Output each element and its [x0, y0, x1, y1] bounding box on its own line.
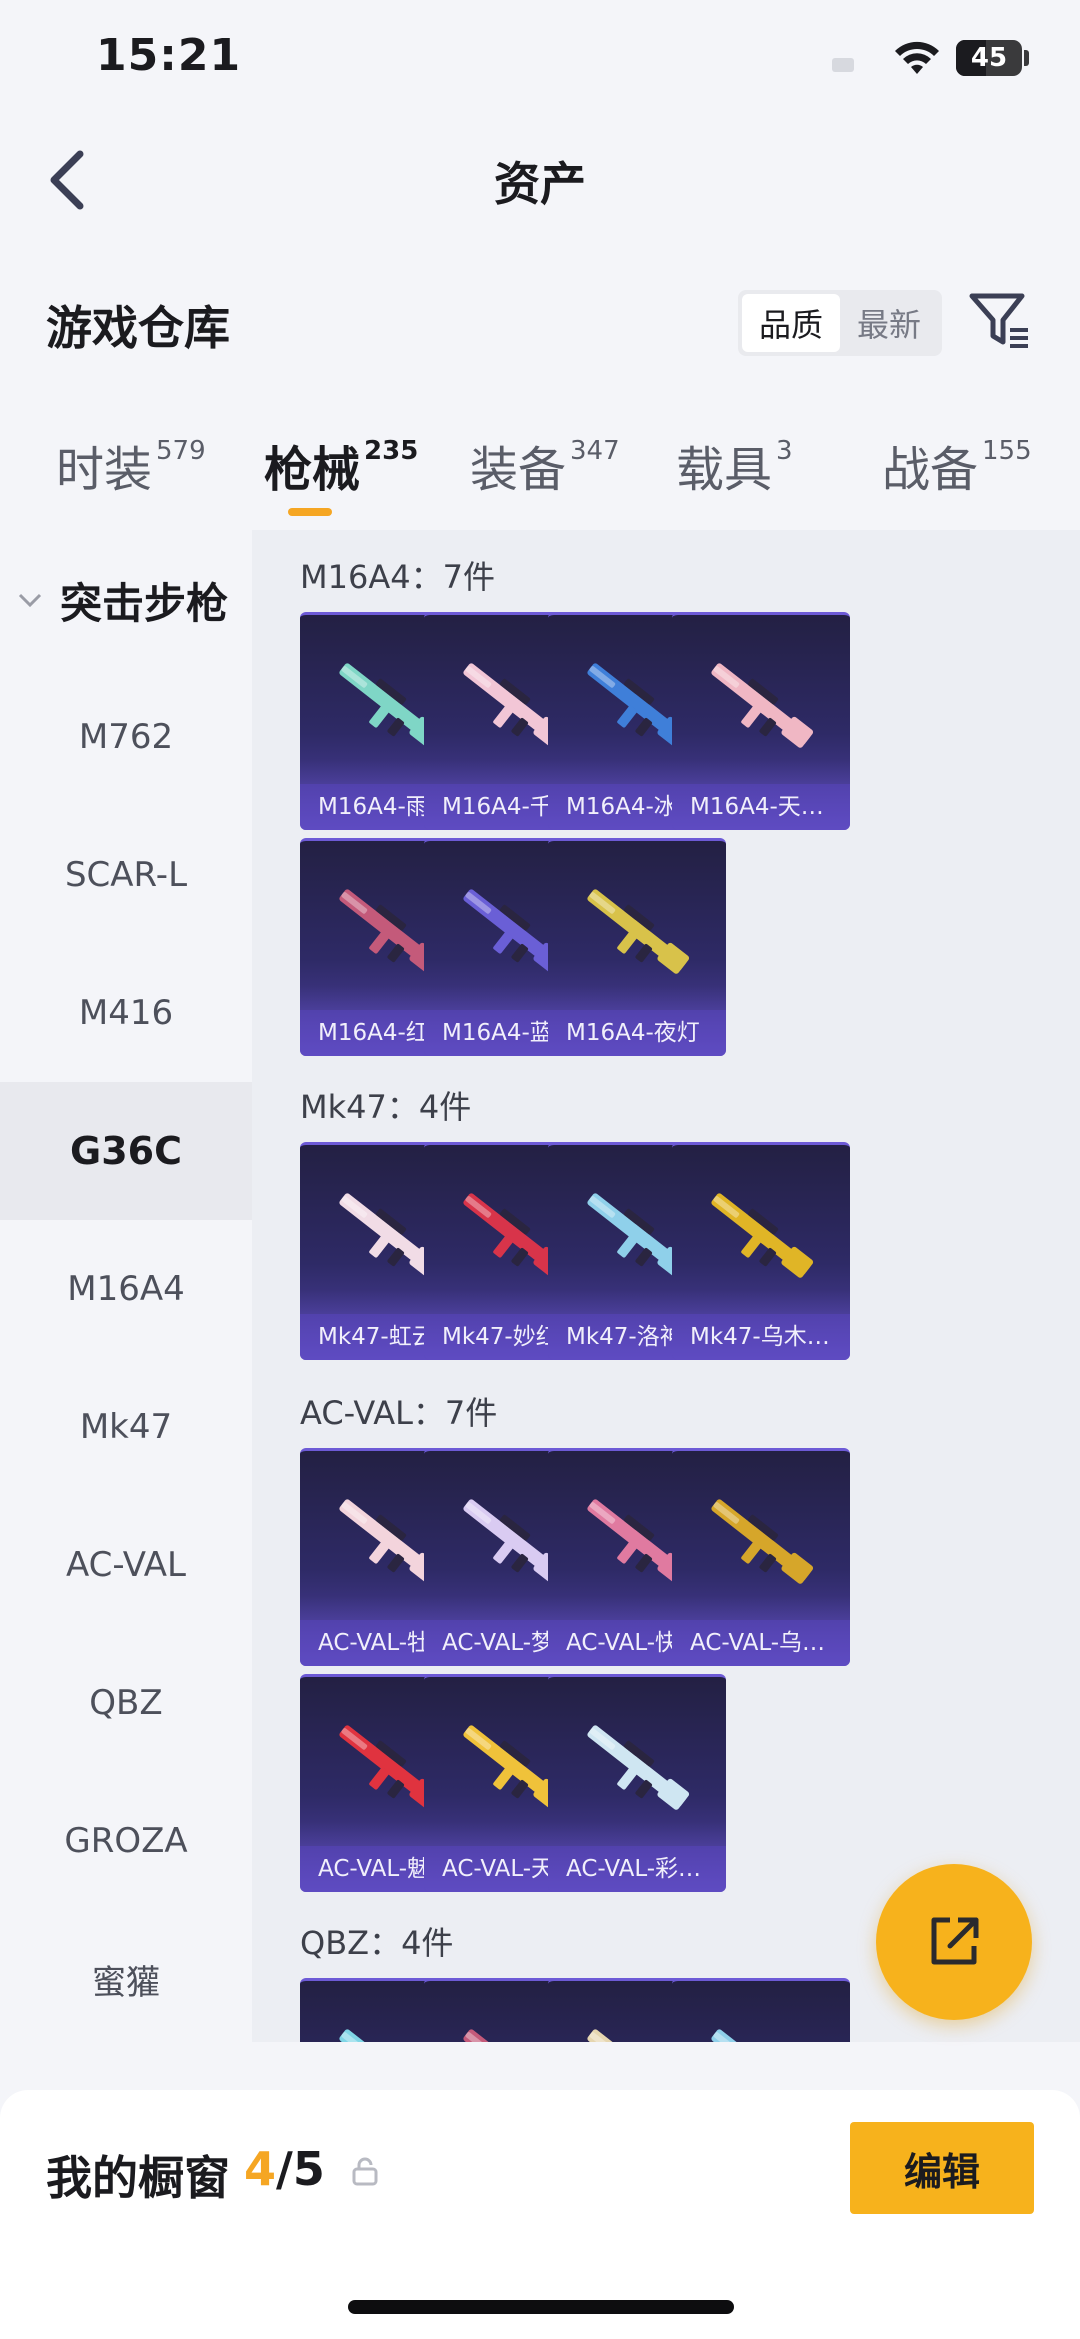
tab-label: 枪械 — [264, 442, 361, 498]
rifle-icon — [711, 1499, 814, 1584]
tab-firearms[interactable]: 枪械 235 — [264, 430, 418, 520]
skin-card[interactable]: AC-VAL-彩… — [548, 1674, 726, 1892]
active-tab-indicator — [288, 508, 332, 516]
tab-fashion[interactable]: 时装 579 — [56, 430, 206, 520]
sidebar-item-ac-val[interactable]: AC-VAL — [0, 1496, 252, 1634]
filter-icon — [969, 293, 1028, 348]
rifle-icon — [711, 663, 814, 748]
lock-icon — [352, 2157, 378, 2186]
sort-toggle: 品质 最新 — [738, 290, 942, 356]
sort-option-quality[interactable]: 品质 — [742, 294, 840, 352]
section-title: AC-VAL：7件 — [300, 1394, 498, 1432]
skin-name: AC-VAL-乌… — [672, 1620, 850, 1666]
sidebar-item-m16a4[interactable]: M16A4 — [0, 1220, 252, 1358]
status-time: 15:21 — [96, 30, 242, 81]
skin-name: AC-VAL-彩… — [548, 1846, 726, 1892]
showcase-label: 我的橱窗 — [46, 2151, 230, 2205]
section-title: QBZ：4件 — [300, 1924, 454, 1962]
sidebar-item-mk47[interactable]: Mk47 — [0, 1358, 252, 1496]
tab-count: 155 — [982, 436, 1032, 466]
showcase-total: /5 — [276, 2142, 325, 2196]
battery-text: 45 — [970, 43, 1008, 73]
skin-card[interactable] — [672, 1978, 850, 2042]
status-bar: 15:21 45 — [0, 0, 1080, 120]
tab-count: 347 — [570, 436, 620, 466]
home-indicator[interactable] — [348, 2300, 734, 2314]
wifi-icon — [895, 41, 939, 74]
rifle-icon — [711, 1193, 814, 1278]
sidebar-item-m762[interactable]: M762 — [0, 668, 252, 806]
battery-nub — [1024, 50, 1029, 66]
skin-grid: M16A4：7件 Mk47：4件 AC-VAL：7件 QBZ：4件 M16A4-… — [252, 530, 1080, 2042]
filter-button[interactable] — [966, 288, 1032, 354]
sidebar-item-g36c[interactable]: G36C — [0, 1082, 252, 1220]
skin-card[interactable]: Mk47-乌木… — [672, 1142, 850, 1360]
tab-vehicles[interactable]: 载具 3 — [676, 430, 793, 520]
showcase-current: 4 — [244, 2142, 277, 2196]
skin-name: Mk47-乌木… — [672, 1314, 850, 1360]
section-title: M16A4：7件 — [300, 558, 495, 596]
section-title: Mk47：4件 — [300, 1088, 472, 1126]
edit-button[interactable]: 编辑 — [850, 2122, 1034, 2214]
sidebar-item-m416[interactable]: M416 — [0, 944, 252, 1082]
tab-label: 时装 — [56, 442, 153, 498]
rifle-icon — [587, 889, 690, 974]
sidebar-item-qbz[interactable]: QBZ — [0, 1634, 252, 1772]
external-link-icon — [931, 1917, 979, 1965]
skin-name: M16A4-夜灯 — [548, 1010, 726, 1056]
tab-label: 装备 — [470, 442, 567, 498]
chevron-down-icon — [0, 592, 60, 608]
rifle-icon — [711, 2029, 811, 2042]
tab-count: 579 — [156, 436, 206, 466]
sidebar-item-groza[interactable]: GROZA — [0, 1772, 252, 1910]
signal-icon — [832, 58, 854, 72]
showcase-count: 4/5 — [244, 2142, 325, 2196]
battery-icon: 45 — [956, 40, 1022, 76]
sidebar-item-honey-badger[interactable]: 蜜獾 — [0, 1910, 252, 2048]
tab-label: 战备 — [882, 442, 979, 498]
tab-combat-supplies[interactable]: 战备 155 — [882, 430, 1032, 520]
sidebar-item-scar-l[interactable]: SCAR-L — [0, 806, 252, 944]
page-title: 资产 — [494, 157, 586, 211]
tab-label: 载具 — [676, 442, 773, 498]
skin-card[interactable]: M16A4-天… — [672, 612, 850, 830]
skin-name: M16A4-天… — [672, 784, 850, 830]
tab-equipment[interactable]: 装备 347 — [470, 430, 620, 520]
warehouse-title: 游戏仓库 — [46, 301, 230, 355]
sidebar-group-label: 突击步枪 — [60, 578, 229, 628]
category-tabs: 时装 579 枪械 235 装备 347 载具 3 战备 155 — [0, 430, 1080, 520]
sidebar-group-assault-rifles[interactable]: 突击步枪 — [0, 560, 252, 640]
skin-card[interactable]: M16A4-夜灯 — [548, 838, 726, 1056]
share-button[interactable] — [876, 1864, 1032, 2020]
sub-category-sidebar: 突击步枪 M762 SCAR-L M416 G36C M16A4 Mk47 AC… — [0, 530, 252, 2040]
rifle-icon — [587, 1725, 690, 1810]
skin-card[interactable]: AC-VAL-乌… — [672, 1448, 850, 1666]
tab-count: 3 — [776, 436, 793, 466]
sort-option-newest[interactable]: 最新 — [840, 294, 938, 352]
tab-count: 235 — [364, 436, 419, 466]
